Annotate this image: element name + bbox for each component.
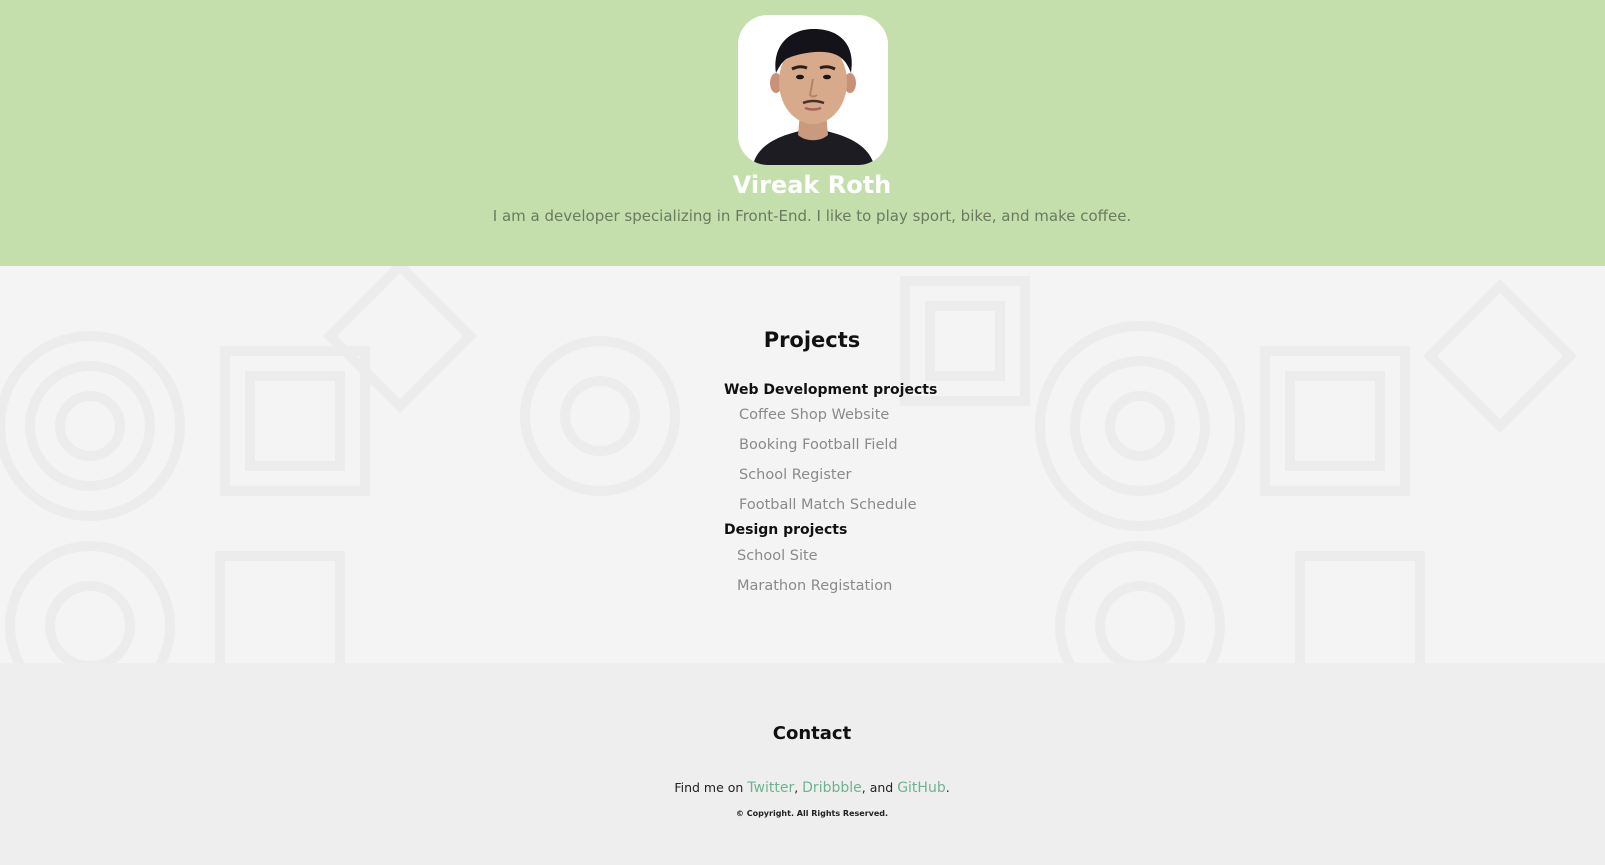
copyright-text: © Copyright. All Rights Reserved. [735, 809, 889, 818]
project-link-school-site[interactable]: School Site [737, 548, 818, 564]
project-link-school-register[interactable]: School Register [739, 467, 851, 483]
contact-section: Contact Find me on Twitter, Dribbble, an… [0, 663, 1605, 865]
project-link-coffee-shop[interactable]: Coffee Shop Website [739, 407, 889, 423]
projects-heading: Projects [763, 328, 861, 352]
avatar [738, 15, 888, 165]
find-me-prefix: Find me on [674, 780, 748, 795]
profile-photo [738, 15, 888, 165]
separator: , [794, 780, 803, 795]
project-link-marathon[interactable]: Marathon Registation [737, 578, 892, 594]
github-link[interactable]: GitHub [897, 780, 946, 796]
contact-heading: Contact [772, 723, 852, 744]
profile-name: Vireak Roth [732, 171, 892, 199]
background-pattern [0, 266, 1578, 663]
period: . [945, 780, 950, 795]
profile-header: Vireak Roth I am a developer specializin… [0, 0, 1605, 266]
dribbble-link[interactable]: Dribbble [802, 780, 862, 796]
web-dev-projects-heading: Web Development projects [724, 382, 938, 398]
projects-section: Projects Web Development projects Coffee… [0, 266, 1605, 663]
project-link-football-schedule[interactable]: Football Match Schedule [739, 497, 917, 513]
project-link-booking-football[interactable]: Booking Football Field [739, 437, 898, 453]
separator-and: , and [861, 780, 898, 795]
profile-bio: I am a developer specializing in Front-E… [492, 207, 1132, 225]
twitter-link[interactable]: Twitter [747, 780, 794, 796]
design-projects-heading: Design projects [724, 522, 848, 538]
social-links-line: Find me on Twitter, Dribbble, and GitHub… [0, 780, 1605, 796]
